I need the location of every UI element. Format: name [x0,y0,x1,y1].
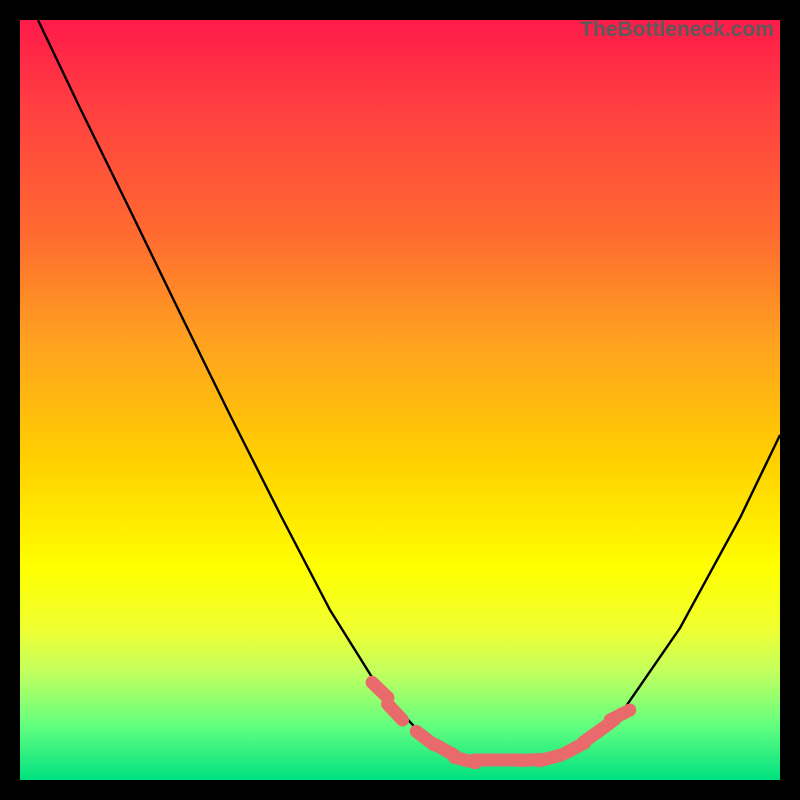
marker-segment [372,682,388,697]
chart-plot-area: TheBottleneck.com [20,20,780,780]
marker-segment [610,710,630,720]
bottleneck-curve-svg [20,20,780,780]
curve-path-group [38,20,780,762]
bottleneck-curve-path [38,20,780,762]
marker-segment [388,704,403,720]
marker-segment [539,755,560,761]
